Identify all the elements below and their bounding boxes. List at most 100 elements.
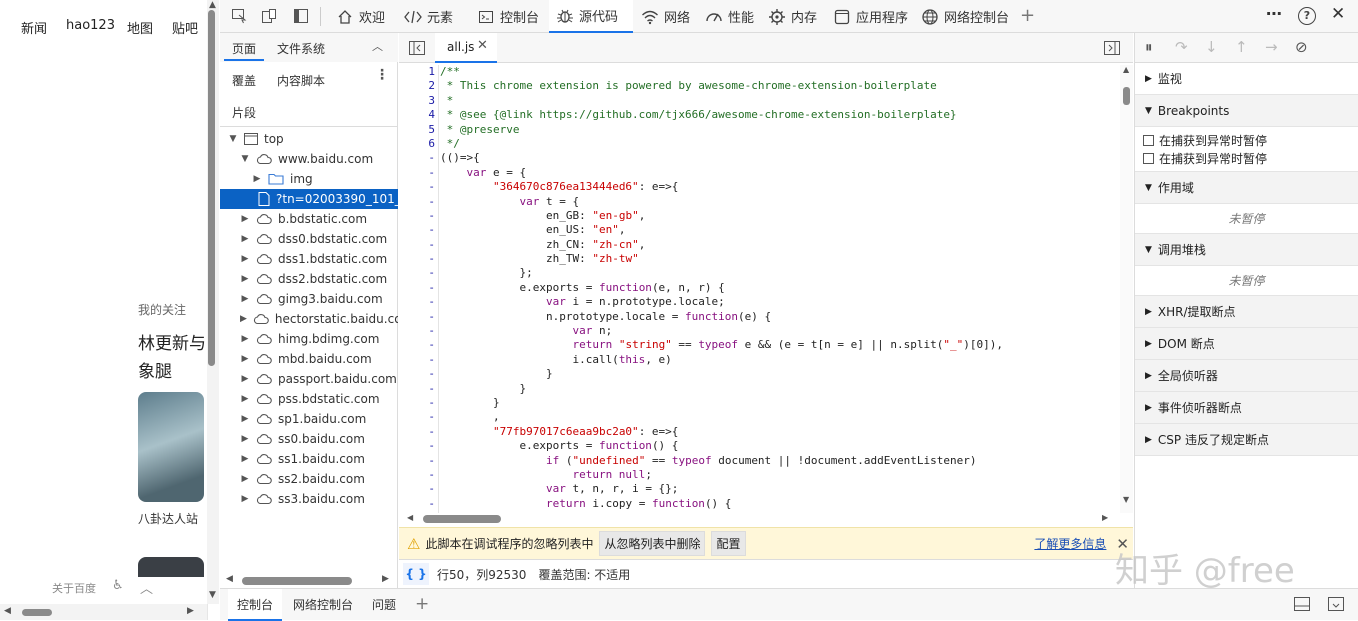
tree-collapsed-icon[interactable]: ▶ <box>240 409 250 429</box>
step-over-icon[interactable]: ↷ <box>1175 38 1188 56</box>
tree-collapsed-icon[interactable]: ▶ <box>240 209 250 229</box>
editor-scroll-left-icon[interactable]: ◀ <box>407 513 413 522</box>
page-vscroll-thumb[interactable] <box>208 10 215 366</box>
more-options-icon[interactable]: ⋯ <box>1266 4 1282 23</box>
tree-item[interactable]: ▶ pss.bdstatic.com <box>220 389 398 409</box>
tab-application[interactable]: 应用程序 <box>826 0 915 33</box>
page-hscrollbar[interactable]: ◀ ▶ <box>0 604 207 620</box>
editor-scroll-down-icon[interactable]: ▼ <box>1123 495 1129 504</box>
line-number[interactable]: - <box>399 295 435 309</box>
section-scope[interactable]: ▼ 作用域 <box>1135 172 1358 204</box>
tree-item[interactable]: ?tn=02003390_101_h <box>220 189 398 209</box>
line-number[interactable]: - <box>399 382 435 396</box>
drawer-tab-network-console[interactable]: 网络控制台 <box>284 589 362 621</box>
tab-performance[interactable]: 性能 <box>698 0 761 33</box>
page-hscroll-thumb[interactable] <box>22 609 52 616</box>
tree-expanded-icon[interactable]: ▼ <box>228 129 238 149</box>
pretty-print-button[interactable]: { } <box>403 563 429 585</box>
scroll-left-icon[interactable]: ◀ <box>4 606 11 616</box>
line-number[interactable]: - <box>399 497 435 511</box>
tree-collapsed-icon[interactable]: ▶ <box>240 309 247 329</box>
tab-memory[interactable]: 内存 <box>761 0 824 33</box>
file-tab-all-js[interactable]: all.js ✕ <box>435 33 497 63</box>
editor-vscroll-thumb[interactable] <box>1123 87 1130 105</box>
tab-console[interactable]: 控制台 <box>470 0 546 33</box>
navigator-hscrollbar[interactable]: ◀ ▶ <box>220 572 398 588</box>
toggle-debugger-icon[interactable] <box>1104 41 1120 55</box>
line-number[interactable]: - <box>399 310 435 324</box>
help-icon[interactable]: ? <box>1298 7 1316 25</box>
dock-sidebar-icon[interactable] <box>292 7 310 25</box>
deactivate-breakpoints-icon[interactable]: ⊘ <box>1295 38 1308 56</box>
line-number[interactable]: 5 <box>399 123 435 137</box>
line-number[interactable]: - <box>399 180 435 194</box>
tree-collapsed-icon[interactable]: ▶ <box>240 349 250 369</box>
line-number[interactable]: - <box>399 238 435 252</box>
more-tabs-icon[interactable]: ⋮ <box>375 67 389 83</box>
tree-item[interactable]: ▼ top <box>220 129 398 149</box>
dock-drawer-icon[interactable] <box>1294 597 1310 611</box>
tree-collapsed-icon[interactable]: ▶ <box>240 269 250 289</box>
tab-snippets[interactable]: 片段 <box>232 104 256 121</box>
step-out-icon[interactable]: ↑ <box>1235 38 1248 56</box>
tree-item[interactable]: ▶ dss1.bdstatic.com <box>220 249 398 269</box>
line-number[interactable]: - <box>399 396 435 410</box>
tree-item[interactable]: ▶ mbd.baidu.com <box>220 349 398 369</box>
line-number[interactable]: - <box>399 281 435 295</box>
add-tab-icon[interactable]: + <box>1020 5 1035 26</box>
page-nav-hao123[interactable]: hao123 <box>66 18 115 33</box>
line-number[interactable]: - <box>399 223 435 237</box>
tree-collapsed-icon[interactable]: ▶ <box>240 449 250 469</box>
line-number[interactable]: - <box>399 482 435 496</box>
line-number[interactable]: 2 <box>399 79 435 93</box>
collapse-chevron-icon[interactable]: ︿ <box>372 38 383 54</box>
configure-button[interactable]: 配置 <box>711 531 746 556</box>
tree-collapsed-icon[interactable]: ▶ <box>240 369 250 389</box>
tree-item[interactable]: ▶ b.bdstatic.com <box>220 209 398 229</box>
tree-item[interactable]: ▶ gimg3.baidu.com <box>220 289 398 309</box>
section-xhr-breakpoints[interactable]: ▶ XHR/提取断点 <box>1135 296 1358 328</box>
drawer-tab-issues[interactable]: 问题 <box>363 589 405 621</box>
tree-item[interactable]: ▶ himg.bdimg.com <box>220 329 398 349</box>
editor-scroll-right-icon[interactable]: ▶ <box>1102 513 1108 522</box>
tree-item[interactable]: ▶ ss3.baidu.com <box>220 489 398 509</box>
checkbox-unchecked[interactable] <box>1143 152 1154 164</box>
page-nav-map[interactable]: 地图 <box>127 18 153 37</box>
line-number[interactable]: - <box>399 151 435 165</box>
news-thumbnail-2[interactable] <box>138 557 204 577</box>
nav-hscroll-thumb[interactable] <box>242 577 352 585</box>
remove-from-ignore-list-button[interactable]: 从忽略列表中删除 <box>599 531 706 556</box>
tree-collapsed-icon[interactable]: ▶ <box>240 249 250 269</box>
tree-expanded-icon[interactable]: ▼ <box>240 149 250 169</box>
code-content[interactable]: /** * This chrome extension is powered b… <box>440 65 1120 513</box>
tree-item[interactable]: ▶ img <box>220 169 398 189</box>
section-dom-breakpoints[interactable]: ▶ DOM 断点 <box>1135 328 1358 360</box>
editor-scroll-up-icon[interactable]: ▲ <box>1123 65 1129 74</box>
inspect-icon[interactable] <box>230 7 248 25</box>
line-number[interactable]: - <box>399 425 435 439</box>
tab-filesystem[interactable]: 文件系统 <box>277 40 325 57</box>
news-thumbnail[interactable] <box>138 392 204 502</box>
chevron-up-icon[interactable]: ︿ <box>140 578 153 597</box>
tab-page[interactable]: 页面 <box>232 40 256 57</box>
tree-item[interactable]: ▶ ss1.baidu.com <box>220 449 398 469</box>
drawer-tab-console[interactable]: 控制台 <box>228 589 283 621</box>
line-number[interactable]: - <box>399 209 435 223</box>
tree-collapsed-icon[interactable]: ▶ <box>240 389 250 409</box>
checkbox-unchecked[interactable] <box>1143 134 1154 146</box>
line-number[interactable]: - <box>399 338 435 352</box>
tree-item[interactable]: ▶ sp1.baidu.com <box>220 409 398 429</box>
editor-hscroll-thumb[interactable] <box>423 515 501 523</box>
line-number[interactable]: 1 <box>399 65 435 79</box>
tree-item[interactable]: ▶ ss0.baidu.com <box>220 429 398 449</box>
line-number[interactable]: - <box>399 166 435 180</box>
tree-item[interactable]: ▶ dss0.bdstatic.com <box>220 229 398 249</box>
tree-collapsed-icon[interactable]: ▶ <box>240 489 250 509</box>
device-emulation-icon[interactable] <box>260 7 278 25</box>
tree-collapsed-icon[interactable]: ▶ <box>240 229 250 249</box>
toggle-navigator-icon[interactable] <box>409 41 425 55</box>
tree-collapsed-icon[interactable]: ▶ <box>240 429 250 449</box>
about-baidu-link[interactable]: 关于百度 <box>52 580 96 596</box>
nav-scroll-left-icon[interactable]: ◀ <box>226 574 233 584</box>
nav-scroll-right-icon[interactable]: ▶ <box>382 574 389 584</box>
